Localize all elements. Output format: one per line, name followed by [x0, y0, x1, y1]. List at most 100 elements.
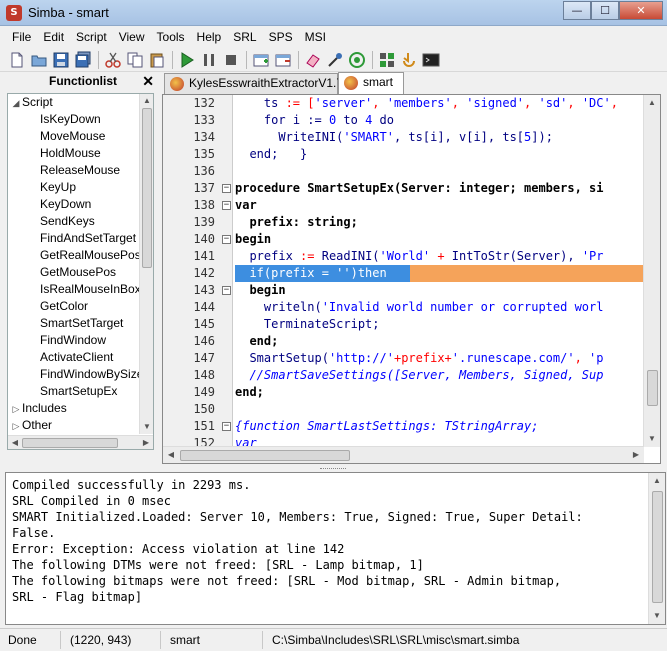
menu-script[interactable]: Script — [70, 27, 113, 47]
reload-icon[interactable] — [400, 51, 418, 69]
scroll-down-icon[interactable]: ▼ — [651, 610, 663, 622]
menu-edit[interactable]: Edit — [37, 27, 70, 47]
function-list-tree[interactable]: ◢ Script IsKeyDown MoveMouse HoldMouse Re… — [7, 93, 154, 450]
tree-item[interactable]: ReleaseMouse — [40, 162, 120, 179]
new-file-icon[interactable] — [8, 51, 26, 69]
extensions-icon[interactable] — [378, 51, 396, 69]
tree-horizontal-scrollbar[interactable]: ◀ ▶ — [8, 435, 153, 449]
scrollbar-thumb[interactable] — [647, 370, 658, 406]
tree-item[interactable]: KeyDown — [40, 196, 91, 213]
code-line[interactable]: 143− begin — [163, 282, 644, 299]
menu-sps[interactable]: SPS — [263, 27, 299, 47]
menu-msi[interactable]: MSI — [299, 27, 332, 47]
tree-item[interactable]: KeyUp — [40, 179, 76, 196]
scroll-up-icon[interactable]: ▲ — [646, 97, 658, 109]
menu-srl[interactable]: SRL — [227, 27, 262, 47]
tree-item[interactable]: GetMousePos — [40, 264, 116, 281]
tree-item[interactable]: IsKeyDown — [40, 111, 101, 128]
tree-item[interactable]: SmartSetTarget — [40, 315, 123, 332]
maximize-button[interactable]: ☐ — [591, 1, 619, 20]
collapsed-arrow-icon[interactable]: ▷ — [10, 418, 22, 435]
close-button[interactable]: ✕ — [619, 1, 663, 20]
code-line[interactable]: 135 end; } — [163, 146, 644, 163]
code-line[interactable]: 146 end; — [163, 333, 644, 350]
debug-output[interactable]: Compiled successfully in 2293 ms. SRL Co… — [5, 472, 666, 625]
tree-item[interactable]: GetRealMousePos — [40, 247, 141, 264]
code-line[interactable]: 141 prefix := ReadINI('World' + IntToStr… — [163, 248, 644, 265]
code-line[interactable]: 145 TerminateScript; — [163, 316, 644, 333]
tree-item[interactable]: IsRealMouseInBox — [40, 281, 141, 298]
scroll-up-icon[interactable]: ▲ — [651, 475, 663, 487]
menu-view[interactable]: View — [113, 27, 151, 47]
function-list-close-icon[interactable]: ✕ — [142, 73, 154, 90]
pause-icon[interactable] — [200, 51, 218, 69]
code-line[interactable]: 136 — [163, 163, 644, 180]
code-line[interactable]: 133 for i := 0 to 4 do — [163, 112, 644, 129]
scrollbar-thumb[interactable] — [142, 108, 152, 268]
code-line[interactable]: 147 SmartSetup('http://'+prefix+'.runesc… — [163, 350, 644, 367]
menu-tools[interactable]: Tools — [151, 27, 191, 47]
copy-icon[interactable] — [126, 51, 144, 69]
tree-vertical-scrollbar[interactable]: ▲ ▼ — [139, 94, 153, 434]
splitter-grip-icon[interactable] — [320, 468, 346, 470]
tree-node-includes[interactable]: ▷ Includes — [10, 400, 67, 417]
scroll-down-icon[interactable]: ▼ — [646, 433, 658, 445]
color-picker-icon[interactable] — [326, 51, 344, 69]
code-line[interactable]: 137− procedure SmartSetupEx(Server: integ… — [163, 180, 644, 197]
editor-vertical-scrollbar[interactable]: ▲ ▼ — [643, 95, 660, 447]
cut-icon[interactable] — [104, 51, 122, 69]
close-tab-icon[interactable] — [274, 51, 292, 69]
scroll-left-icon[interactable]: ◀ — [9, 437, 21, 449]
scroll-right-icon[interactable]: ▶ — [140, 437, 152, 449]
open-folder-icon[interactable] — [30, 51, 48, 69]
fold-toggle-icon[interactable]: − — [222, 235, 231, 244]
code-line[interactable]: 151− {function SmartLastSettings: TString… — [163, 418, 644, 435]
scrollbar-thumb[interactable] — [22, 438, 118, 448]
scrollbar-thumb[interactable] — [180, 450, 350, 461]
code-line[interactable]: 138− var — [163, 197, 644, 214]
scroll-right-icon[interactable]: ▶ — [630, 449, 642, 461]
tab-smart[interactable]: smart — [338, 72, 404, 94]
tree-node-script[interactable]: ◢ Script — [10, 94, 53, 111]
target-icon[interactable] — [348, 51, 366, 69]
fold-toggle-icon[interactable]: − — [222, 201, 231, 210]
tree-item[interactable]: SendKeys — [40, 213, 95, 230]
fold-toggle-icon[interactable]: − — [222, 422, 231, 431]
paste-icon[interactable] — [148, 51, 166, 69]
code-line[interactable]: 149 end; — [163, 384, 644, 401]
fold-toggle-icon[interactable]: − — [222, 286, 231, 295]
console-icon[interactable] — [422, 51, 440, 69]
save-icon[interactable] — [52, 51, 70, 69]
code-line[interactable]: 132 ts := ['server', 'members', 'signed'… — [163, 95, 644, 112]
tree-item[interactable]: FindWindowBySize — [40, 366, 143, 383]
tree-item[interactable]: HoldMouse — [40, 145, 101, 162]
code-editor[interactable]: 132 ts := ['server', 'members', 'signed'… — [162, 94, 661, 464]
code-line[interactable]: 148 //SmartSaveSettings([Server, Members… — [163, 367, 644, 384]
menu-file[interactable]: File — [6, 27, 37, 47]
run-icon[interactable] — [178, 51, 196, 69]
expanded-arrow-icon[interactable]: ◢ — [10, 95, 22, 112]
code-line[interactable]: 134 WriteINI('SMART', ts[i], v[i], ts[5]… — [163, 129, 644, 146]
menu-help[interactable]: Help — [191, 27, 228, 47]
scrollbar-thumb[interactable] — [652, 491, 663, 603]
tree-item[interactable]: FindAndSetTarget — [40, 230, 136, 247]
eraser-icon[interactable] — [304, 51, 322, 69]
code-line[interactable]: 150 — [163, 401, 644, 418]
scroll-down-icon[interactable]: ▼ — [141, 421, 153, 433]
code-line[interactable]: 142 if(prefix = '')then — [163, 265, 644, 282]
debug-vertical-scrollbar[interactable]: ▲ ▼ — [648, 473, 665, 624]
code-line[interactable]: 144 writeln('Invalid world number or cor… — [163, 299, 644, 316]
stop-icon[interactable] — [222, 51, 240, 69]
tree-item[interactable]: ActivateClient — [40, 349, 113, 366]
scroll-up-icon[interactable]: ▲ — [141, 95, 153, 107]
code-line[interactable]: 139 prefix: string; — [163, 214, 644, 231]
tab-kyles-esswraith-extractor[interactable]: KylesEsswraithExtractorV1.7 — [164, 73, 343, 94]
editor-horizontal-scrollbar[interactable]: ◀ ▶ — [163, 446, 644, 463]
collapsed-arrow-icon[interactable]: ▷ — [10, 401, 22, 418]
tree-item[interactable]: FindWindow — [40, 332, 106, 349]
tree-item[interactable]: GetColor — [40, 298, 88, 315]
scroll-left-icon[interactable]: ◀ — [165, 449, 177, 461]
tree-item[interactable]: SmartSetupEx — [40, 383, 117, 400]
code-line[interactable]: 140− begin — [163, 231, 644, 248]
minimize-button[interactable]: — — [563, 1, 591, 20]
